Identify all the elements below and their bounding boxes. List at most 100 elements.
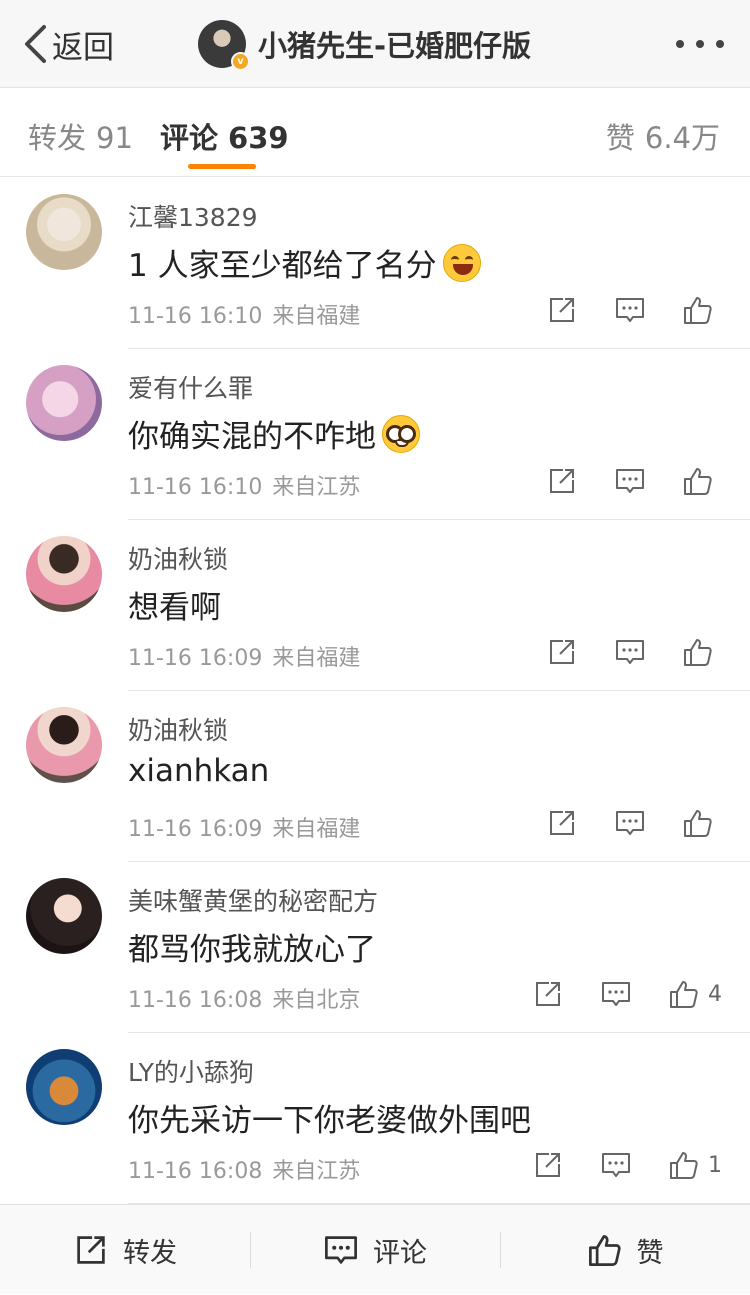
- owner-avatar[interactable]: v: [198, 20, 250, 71]
- comment-meta: 11-16 16:09 来自福建: [128, 640, 360, 672]
- comment-location: 来自江苏: [272, 475, 361, 500]
- avatar[interactable]: [26, 878, 102, 954]
- thumbs-up-icon: [684, 810, 712, 837]
- bottom-like-button[interactable]: 赞: [500, 1205, 750, 1295]
- comment-time: 11-16 16:08: [128, 1159, 263, 1184]
- comment-actions: [546, 805, 722, 841]
- more-dots-icon: [676, 40, 684, 48]
- comment-text: xianhkan: [128, 753, 269, 789]
- bottom-comment-button[interactable]: 评论: [250, 1205, 500, 1295]
- tab-likes[interactable]: 赞 6.4万: [606, 115, 720, 157]
- tab-likes-count: 6.4万: [644, 121, 720, 155]
- active-tab-indicator: [188, 164, 256, 169]
- post-owner[interactable]: v 小猪先生-已婚肥仔版: [198, 18, 531, 71]
- share-icon: [550, 298, 574, 322]
- comment-meta: 11-16 16:08 来自江苏: [128, 1153, 360, 1185]
- comment-username[interactable]: 爱有什么罪: [128, 369, 253, 405]
- bottom-like-label: 赞: [636, 1237, 664, 1269]
- comment-meta: 11-16 16:08 来自北京: [128, 982, 360, 1014]
- comment-text-content: 想看啊: [128, 590, 221, 626]
- nerd-face-emoji-icon: [382, 414, 420, 453]
- bottom-action-bar: 转发 评论 赞: [0, 1204, 750, 1294]
- tab-comments-label: 评论: [160, 121, 219, 155]
- share-icon: [550, 640, 574, 664]
- thumbs-up-icon: [684, 639, 712, 666]
- reply-button[interactable]: [614, 807, 646, 839]
- comment-text: 你确实混的不咋地: [128, 411, 420, 456]
- comment-item: 奶油秋锁 xianhkan 11-16 16:09 来自福建: [0, 691, 750, 862]
- reply-button[interactable]: [614, 465, 646, 497]
- comment-actions: [546, 634, 722, 670]
- share-button[interactable]: [546, 636, 578, 668]
- comment-location: 来自北京: [272, 988, 361, 1013]
- thumbs-up-icon: [588, 1235, 621, 1266]
- like-button[interactable]: [682, 636, 722, 668]
- share-button[interactable]: [546, 294, 578, 326]
- like-count: 4: [708, 981, 722, 1007]
- tab-repost-label: 转发: [28, 121, 87, 155]
- comment-item: 奶油秋锁 想看啊 11-16 16:09 来自福建: [0, 520, 750, 691]
- comment-text: 1 人家至少都给了名分: [128, 240, 481, 285]
- comment-actions: 1: [532, 1147, 722, 1183]
- like-button[interactable]: [682, 294, 722, 326]
- comment-username[interactable]: LY的小舔狗: [128, 1053, 254, 1089]
- more-dots-icon: [716, 40, 724, 48]
- comment-text-content: 1 人家至少都给了名分: [128, 248, 437, 284]
- tab-comments-count: 639: [228, 121, 289, 155]
- tab-repost[interactable]: 转发 91: [28, 115, 133, 157]
- comment-actions: [546, 292, 722, 328]
- comment-meta: 11-16 16:10 来自福建: [128, 298, 360, 330]
- owner-name[interactable]: 小猪先生-已婚肥仔版: [258, 23, 531, 65]
- thumbs-up-icon: [684, 297, 712, 324]
- comment-username[interactable]: 美味蟹黄堡的秘密配方: [128, 882, 378, 918]
- avatar[interactable]: [26, 1049, 102, 1125]
- comment-icon: [325, 1236, 357, 1264]
- reply-button[interactable]: [614, 636, 646, 668]
- comment-time: 11-16 16:08: [128, 988, 263, 1013]
- comment-text: 都骂你我就放心了: [128, 924, 376, 969]
- tab-comments[interactable]: 评论 639: [160, 115, 289, 157]
- comment-location: 来自江苏: [272, 1159, 361, 1184]
- comment-icon: [602, 1153, 630, 1177]
- bottom-repost-button[interactable]: 转发: [0, 1205, 250, 1295]
- tab-likes-label: 赞: [605, 121, 635, 155]
- reply-button[interactable]: [600, 978, 632, 1010]
- like-button[interactable]: 1: [668, 1149, 722, 1181]
- comment-item: 江馨13829 1 人家至少都给了名分 11-16 16:10 来自福建: [0, 178, 750, 349]
- back-button[interactable]: 返回: [22, 22, 114, 66]
- more-options-button[interactable]: [676, 32, 724, 56]
- comment-username[interactable]: 奶油秋锁: [128, 711, 228, 747]
- avatar[interactable]: [26, 194, 102, 270]
- chevron-left-icon: [25, 25, 46, 63]
- reply-button[interactable]: [600, 1149, 632, 1181]
- comment-username[interactable]: 奶油秋锁: [128, 540, 228, 576]
- verified-badge: v: [231, 52, 250, 71]
- comment-time: 11-16 16:10: [128, 475, 263, 500]
- like-button[interactable]: [682, 465, 722, 497]
- reply-button[interactable]: [614, 294, 646, 326]
- comment-time: 11-16 16:10: [128, 304, 263, 329]
- thumbs-up-icon: [670, 1152, 698, 1179]
- comment-location: 来自福建: [272, 646, 361, 671]
- avatar[interactable]: [26, 365, 102, 441]
- share-icon: [536, 982, 560, 1006]
- like-button[interactable]: [682, 807, 722, 839]
- bottom-comment-label: 评论: [373, 1237, 427, 1269]
- comment-username[interactable]: 江馨13829: [128, 198, 258, 234]
- back-label: 返回: [52, 29, 114, 66]
- share-button[interactable]: [546, 807, 578, 839]
- share-button[interactable]: [532, 978, 564, 1010]
- avatar[interactable]: [26, 707, 102, 783]
- comment-actions: 4: [532, 976, 722, 1012]
- top-nav-bar: 返回 v 小猪先生-已婚肥仔版: [0, 0, 750, 88]
- thumbs-up-icon: [670, 981, 698, 1008]
- comment-meta: 11-16 16:10 来自江苏: [128, 469, 360, 501]
- avatar[interactable]: [26, 536, 102, 612]
- like-button[interactable]: 4: [668, 978, 722, 1010]
- share-icon: [536, 1153, 560, 1177]
- comment-item: 美味蟹黄堡的秘密配方 都骂你我就放心了 11-16 16:08 来自北京 4: [0, 862, 750, 1033]
- share-button[interactable]: [546, 465, 578, 497]
- like-count: 1: [708, 1152, 722, 1178]
- share-button[interactable]: [532, 1149, 564, 1181]
- comment-meta: 11-16 16:09 来自福建: [128, 811, 360, 843]
